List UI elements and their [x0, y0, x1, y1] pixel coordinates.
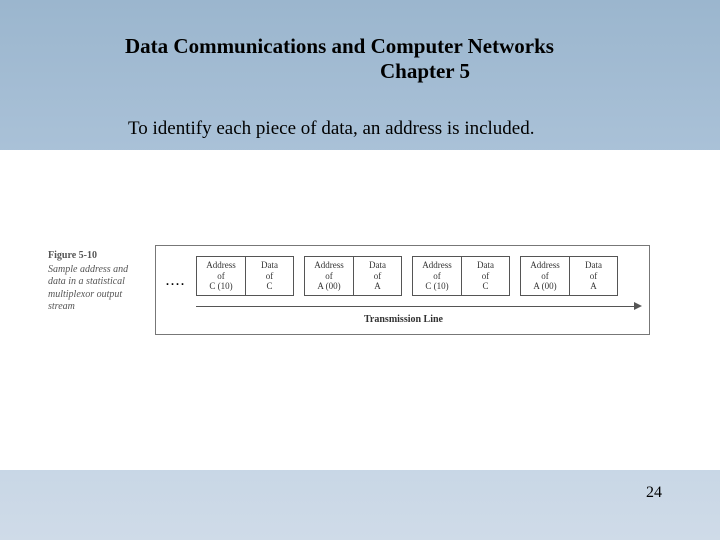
cell-text: A (00): [317, 281, 340, 291]
cell-text: A (00): [533, 281, 556, 291]
block-row: Address of C (10) Data of C Address of A…: [196, 256, 618, 296]
page-number: 24: [646, 484, 662, 502]
slide: Data Communications and Computer Network…: [0, 0, 720, 540]
cell-text: C (10): [425, 281, 448, 291]
cell-text: Address: [206, 260, 236, 270]
arrow-line: [196, 306, 636, 307]
data-cell: Data of A: [353, 257, 401, 295]
data-cell: Data of A: [569, 257, 617, 295]
cell-text: of: [541, 271, 549, 281]
cell-text: Data: [477, 260, 494, 270]
cell-text: of: [217, 271, 225, 281]
cell-text: Address: [314, 260, 344, 270]
cell-text: Data: [369, 260, 386, 270]
address-cell: Address of A (00): [521, 257, 569, 295]
ellipsis: ....: [166, 274, 186, 289]
cell-text: of: [482, 271, 490, 281]
cell-text: of: [590, 271, 598, 281]
arrow-head-icon: [634, 302, 642, 310]
title-line-1: Data Communications and Computer Network…: [125, 34, 660, 59]
frame-pair: Address of C (10) Data of C: [196, 256, 294, 296]
cell-text: C (10): [209, 281, 232, 291]
cell-text: of: [374, 271, 382, 281]
diagram-box: .... Address of C (10) Data of C: [155, 245, 650, 335]
transmission-line-label: Transmission Line: [156, 314, 651, 325]
cell-text: of: [266, 271, 274, 281]
cell-text: Address: [422, 260, 452, 270]
address-cell: Address of C (10): [197, 257, 245, 295]
cell-text: A: [590, 281, 597, 291]
slide-header: Data Communications and Computer Network…: [125, 34, 660, 84]
frame-pair: Address of A (00) Data of A: [520, 256, 618, 296]
figure-area: Figure 5-10 Sample address and data in a…: [0, 150, 720, 470]
cell-text: Data: [261, 260, 278, 270]
data-cell: Data of C: [461, 257, 509, 295]
body-text: To identify each piece of data, an addre…: [128, 118, 535, 140]
cell-text: A: [374, 281, 381, 291]
cell-text: Data: [585, 260, 602, 270]
cell-text: of: [433, 271, 441, 281]
figure-caption-text: Sample address and data in a statistical…: [48, 264, 143, 314]
title-line-2: Chapter 5: [125, 59, 660, 84]
frame-pair: Address of C (10) Data of C: [412, 256, 510, 296]
cell-text: C: [266, 281, 272, 291]
cell-text: of: [325, 271, 333, 281]
figure-caption: Figure 5-10 Sample address and data in a…: [48, 250, 143, 314]
frame-pair: Address of A (00) Data of A: [304, 256, 402, 296]
address-cell: Address of C (10): [413, 257, 461, 295]
cell-text: C: [482, 281, 488, 291]
data-cell: Data of C: [245, 257, 293, 295]
address-cell: Address of A (00): [305, 257, 353, 295]
cell-text: Address: [530, 260, 560, 270]
figure-number: Figure 5-10: [48, 250, 143, 263]
